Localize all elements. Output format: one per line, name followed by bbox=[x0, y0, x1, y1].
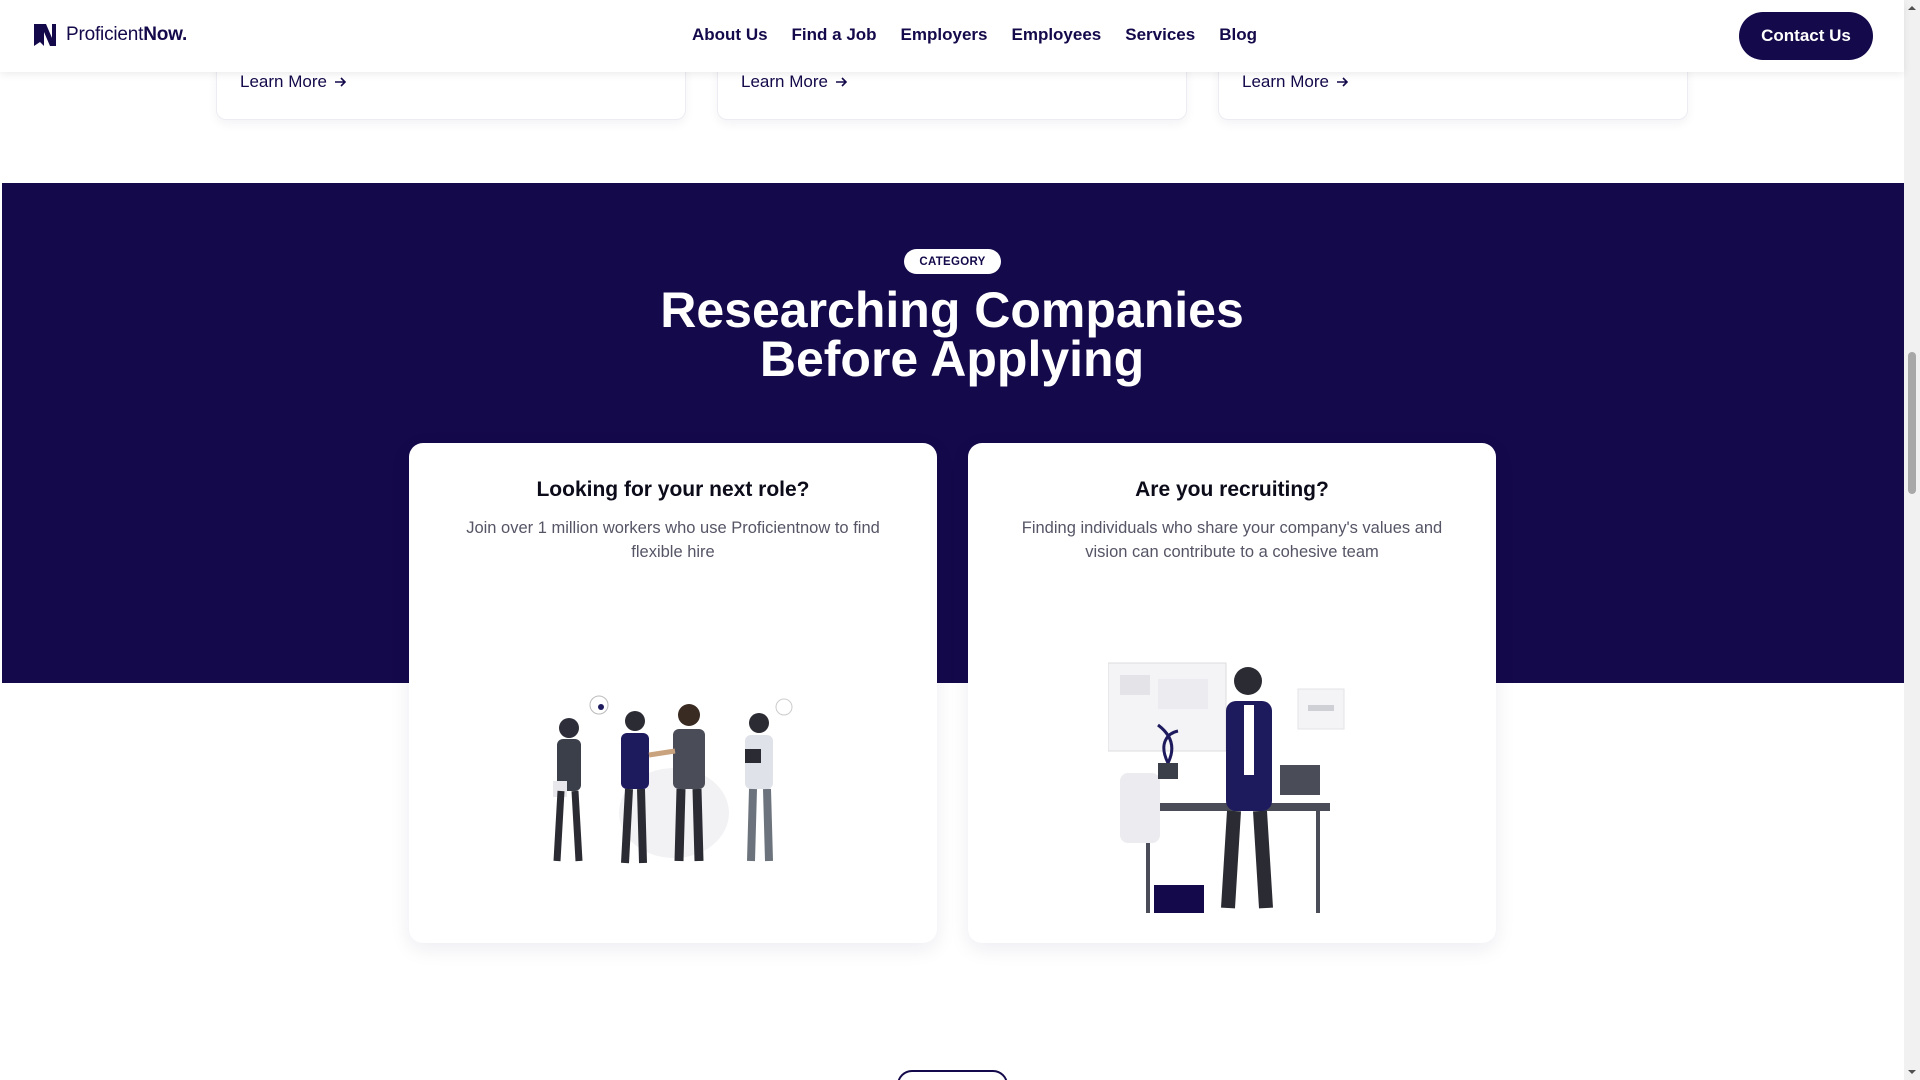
nav-about-us[interactable]: About Us bbox=[692, 25, 768, 45]
card-description: Join over 1 million workers who use Prof… bbox=[466, 519, 880, 561]
scroll-down-icon[interactable] bbox=[1908, 1068, 1916, 1076]
nav-blog[interactable]: Blog bbox=[1219, 25, 1257, 45]
recruiter-illustration bbox=[1108, 662, 1345, 913]
scroll-up-icon[interactable] bbox=[1908, 4, 1916, 12]
arrow-right-icon bbox=[835, 77, 848, 87]
learn-more-link-3[interactable]: Learn More bbox=[1242, 72, 1349, 92]
arrow-right-icon bbox=[334, 77, 347, 87]
learn-more-label: Learn More bbox=[741, 72, 828, 91]
learn-more-link-1[interactable]: Learn More bbox=[240, 72, 347, 92]
category-badge: CATEGORY bbox=[904, 249, 1001, 274]
logo[interactable]: ProficientNow. bbox=[32, 22, 187, 48]
section-title: Researching Companies Before Applying bbox=[560, 282, 1344, 387]
section-title-line-1: Researching Companies bbox=[660, 282, 1244, 338]
nav-find-a-job[interactable]: Find a Job bbox=[792, 25, 877, 45]
nav-employees[interactable]: Employees bbox=[1011, 25, 1101, 45]
job-seeker-card[interactable]: Looking for your next role? Join over 1 … bbox=[409, 443, 937, 943]
card-title: Are you recruiting? bbox=[1135, 478, 1329, 501]
recruiter-card[interactable]: Are you recruiting? Finding individuals … bbox=[968, 443, 1496, 943]
learn-more-link-2[interactable]: Learn More bbox=[741, 72, 848, 92]
page-scrollbar[interactable] bbox=[1904, 0, 1920, 1080]
learn-more-label: Learn More bbox=[240, 72, 327, 91]
card-description: Finding individuals who share your compa… bbox=[1021, 519, 1443, 561]
contact-us-button[interactable]: Contact Us bbox=[1739, 12, 1873, 60]
nav-employers[interactable]: Employers bbox=[901, 25, 988, 45]
site-header: ProficientNow. About Us Find a Job Emplo… bbox=[0, 0, 1904, 72]
main-nav: About Us Find a Job Employers Employees … bbox=[692, 25, 1257, 45]
nav-services[interactable]: Services bbox=[1125, 25, 1195, 45]
learn-more-label: Learn More bbox=[1242, 72, 1329, 91]
next-category-badge bbox=[897, 1070, 1008, 1080]
team-illustration bbox=[553, 695, 793, 864]
logo-mark-icon bbox=[34, 24, 56, 46]
scrollbar-thumb[interactable] bbox=[1908, 352, 1916, 494]
section-title-line-2: Before Applying bbox=[759, 331, 1145, 387]
logo-text: ProficientNow. bbox=[66, 24, 188, 45]
arrow-right-icon bbox=[1336, 77, 1349, 87]
card-title: Looking for your next role? bbox=[536, 478, 810, 501]
